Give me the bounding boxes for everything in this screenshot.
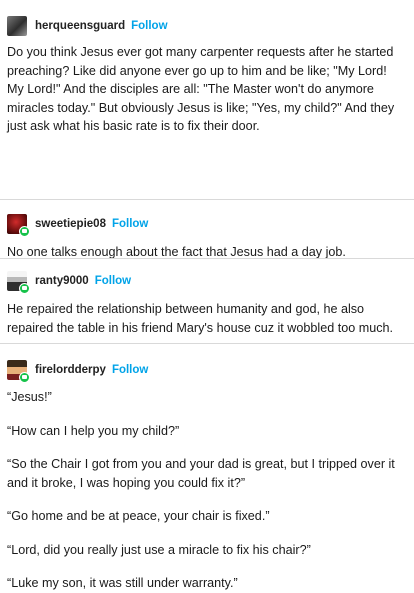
post-paragraph: “So the Chair I got from you and your da… <box>7 457 395 490</box>
post-header: sweetiepie08 Follow <box>7 213 404 237</box>
follow-button[interactable]: Follow <box>95 275 131 287</box>
post-1: herqueensguard Follow Do you think Jesus… <box>0 15 414 199</box>
post-header: ranty9000 Follow <box>7 270 404 294</box>
post-header: herqueensguard Follow <box>7 15 404 37</box>
username[interactable]: sweetiepie08 <box>35 218 106 230</box>
post-3: ranty9000 Follow He repaired the relatio… <box>0 258 414 343</box>
follow-button[interactable]: Follow <box>131 20 167 32</box>
post-paragraph: Do you think Jesus ever got many carpent… <box>7 45 395 133</box>
post-body: He repaired the relationship between hum… <box>7 300 404 337</box>
post-paragraph: “Luke my son, it was still under warrant… <box>7 576 238 590</box>
post-paragraph: “Lord, did you really just use a miracle… <box>7 542 311 557</box>
avatar[interactable] <box>7 214 30 237</box>
username[interactable]: herqueensguard <box>35 20 125 32</box>
post-paragraph: “Go home and be at peace, your chair is … <box>7 509 270 523</box>
post-2: sweetiepie08 Follow No one talks enough … <box>0 199 414 259</box>
avatar[interactable] <box>7 16 27 36</box>
verified-badge-icon <box>19 226 30 237</box>
verified-badge-icon <box>19 372 30 383</box>
post-body: Do you think Jesus ever got many carpent… <box>7 43 404 136</box>
post-paragraph: “Jesus!” <box>7 390 52 404</box>
post-4: firelordderpy Follow “Jesus!” “How can I… <box>0 343 414 593</box>
verified-badge-icon <box>19 283 30 294</box>
follow-button[interactable]: Follow <box>112 364 148 376</box>
avatar[interactable] <box>7 271 30 294</box>
follow-button[interactable]: Follow <box>112 218 148 230</box>
post-paragraph: He repaired the relationship between hum… <box>7 302 394 335</box>
avatar[interactable] <box>7 360 30 383</box>
post-header: firelordderpy Follow <box>7 359 404 383</box>
post-body: “Jesus!” “How can I help you my child?” … <box>7 388 404 593</box>
post-paragraph: “How can I help you my child?” <box>7 423 180 438</box>
username[interactable]: ranty9000 <box>35 275 89 287</box>
username[interactable]: firelordderpy <box>35 364 106 376</box>
